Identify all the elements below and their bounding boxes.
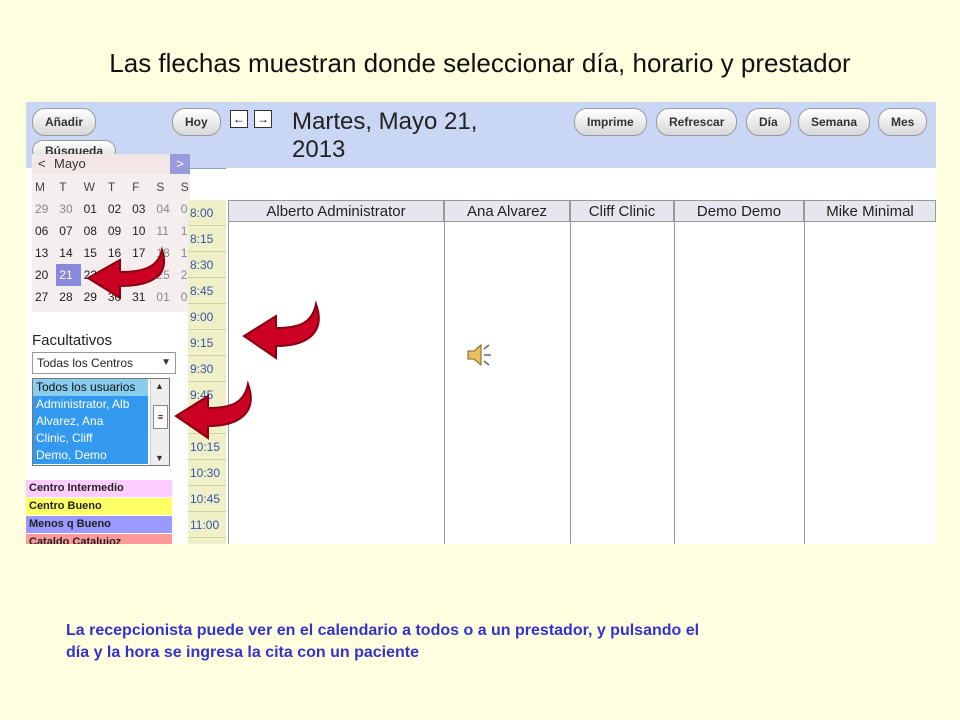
time-slot[interactable]: 8:15 [188,226,226,252]
legend-item[interactable]: Cataldo Catalujoz [26,534,172,544]
day-cell[interactable]: 03 [129,198,153,220]
column-divider [674,222,675,544]
center-legend: Centro Intermedio Centro Bueno Menos q Bue… [26,480,172,544]
scroll-up-icon[interactable]: ▲ [155,381,164,391]
users-listbox[interactable]: Todos los usuarios Administrator, Alb Alva… [32,378,170,466]
refresh-button[interactable]: Refrescar [656,108,738,136]
user-option[interactable]: Clinic, Cliff [33,430,148,447]
day-cell[interactable]: 01 [81,198,105,220]
day-cell[interactable]: 02 [105,198,129,220]
mini-calendar-header: < Mayo > [32,154,190,174]
day-cell[interactable]: 08 [81,220,105,242]
day-cell[interactable]: 21 [56,264,81,286]
red-arrow-icon [86,246,165,300]
time-slot[interactable]: 9:15 [188,330,226,356]
date-title: Martes, Mayo 21, 2013 [292,108,478,163]
prev-day-arrow-icon[interactable]: ← [230,110,248,128]
weekday-label: W [83,180,95,194]
next-day-arrow-icon[interactable]: → [254,110,272,128]
day-cell[interactable]: 30 [56,198,80,220]
time-slot[interactable]: 8:00 [188,200,226,226]
day-cell[interactable]: 04 [153,198,177,220]
column-divider [804,222,805,544]
weekday-label: T [59,180,67,194]
print-button[interactable]: Imprime [574,108,647,136]
prev-month-button[interactable]: < [38,156,46,171]
next-month-button[interactable]: > [170,154,190,174]
add-button[interactable]: Añadir [32,108,97,136]
legend-item[interactable]: Menos q Bueno [26,516,172,533]
month-view-button[interactable]: Mes [878,108,928,136]
legend-item[interactable]: Centro Bueno [26,498,172,515]
caption-line-1: La recepcionista puede ver en el calenda… [66,622,700,639]
users-scrollbar[interactable]: ▲ ≡ ▼ [150,379,169,465]
time-slot[interactable]: 8:30 [188,252,226,278]
today-button[interactable]: Hoy [172,108,221,136]
calendar-screenshot: Añadir Búsqueda Hoy ← → Martes, Mayo 21,… [26,102,936,544]
centers-select[interactable]: Todas los Centros ▼ [32,352,176,374]
column-header[interactable]: Ana Alvarez [444,200,570,222]
column-divider [444,222,445,544]
providers-label: Facultativos [32,332,113,349]
caption-line-2: día y la hora se ingresa la cita con un … [66,644,420,661]
day-cell[interactable]: 11 [153,220,177,242]
grid-header-gap [226,168,936,200]
weekday-label: M [35,180,45,194]
weekday-label: S [180,180,189,194]
mini-calendar-month: Mayo [54,156,86,171]
day-cell[interactable]: 20 [32,264,56,286]
day-cell[interactable]: 07 [56,220,80,242]
time-slot[interactable]: 10:30 [188,460,226,486]
day-cell[interactable]: 28 [56,286,80,308]
time-slot[interactable]: 11:00 [188,512,226,538]
column-divider [570,222,571,544]
weekday-label: F [132,180,140,194]
day-cell[interactable]: 27 [32,286,56,308]
week-row: 06070809101112 [32,220,202,242]
weekday-row: MTWTFSS [32,176,202,198]
legend-item[interactable]: Centro Intermedio [26,480,172,497]
weekday-label: T [107,180,116,194]
day-cell[interactable]: 29 [32,198,56,220]
slide-title: Las flechas muestran donde seleccionar d… [109,48,851,78]
slide-caption: La recepcionista puede ver en el calenda… [66,620,926,664]
column-header[interactable]: Cliff Clinic [570,200,674,222]
chevron-down-icon: ▼ [161,357,171,368]
week-view-button[interactable]: Semana [798,108,871,136]
column-header[interactable]: Mike Minimal [804,200,936,222]
user-option[interactable]: Alvarez, Ana [33,413,148,430]
weekday-label: S [156,180,165,194]
user-option[interactable]: Todos los usuarios [33,379,148,396]
time-slot[interactable]: 10:45 [188,486,226,512]
centers-select-value: Todas los Centros [37,356,134,370]
speaker-icon[interactable] [464,340,494,370]
scroll-thumb[interactable]: ≡ [153,405,168,429]
time-slot[interactable]: 8:45 [188,278,226,304]
time-column: 8:008:158:308:459:009:159:309:4510:0010:… [188,200,226,544]
day-cell[interactable]: 09 [105,220,129,242]
red-arrow-icon [174,380,252,440]
red-arrow-icon [242,300,320,360]
user-option[interactable]: Demo, Demo [33,447,148,464]
day-cell[interactable]: 13 [32,242,56,264]
column-header[interactable]: Demo Demo [674,200,804,222]
day-grid: Alberto Administrator Ana Alvarez Cliff … [226,168,936,544]
column-header[interactable]: Alberto Administrator [228,200,444,222]
week-row: 29300102030405 [32,198,202,220]
user-option[interactable]: Administrator, Alb [33,396,148,413]
day-view-button[interactable]: Día [746,108,791,136]
time-slot[interactable]: 9:00 [188,304,226,330]
day-cell[interactable]: 14 [56,242,80,264]
scroll-down-icon[interactable]: ▼ [155,453,164,463]
day-cell[interactable]: 06 [32,220,56,242]
day-cell[interactable]: 10 [129,220,153,242]
